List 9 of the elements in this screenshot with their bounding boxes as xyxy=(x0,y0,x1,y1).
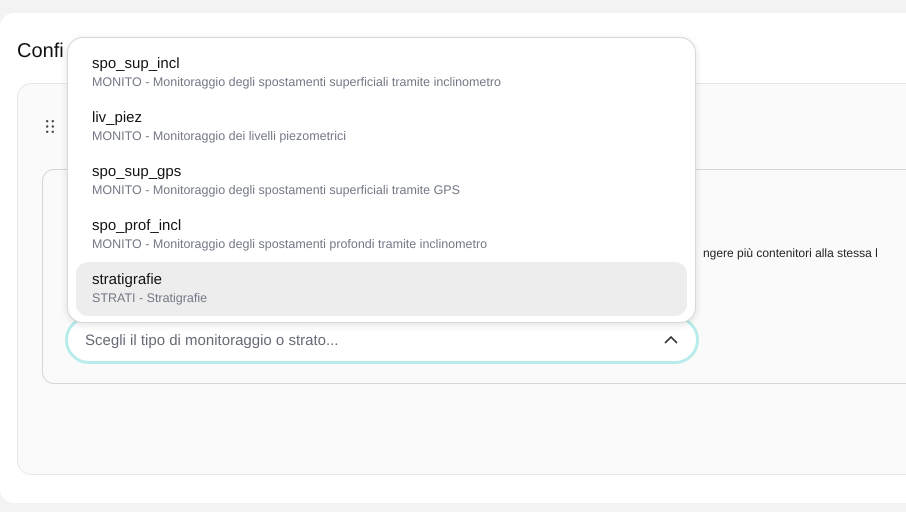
page-title: Confi xyxy=(17,39,65,63)
dropdown-option[interactable]: stratigrafie STRATI - Stratigrafie xyxy=(76,262,687,316)
dropdown-option[interactable]: spo_sup_gps MONITO - Monitoraggio degli spostamenti superficiali tramite GPS xyxy=(76,154,687,208)
chevron-icon xyxy=(664,336,678,344)
hint-text: ngere più contenitori alla stessa l xyxy=(703,245,878,261)
dropdown-option[interactable]: spo_prof_incl MONITO - Monitoraggio degli spostamenti profondi tramite inclinometro xyxy=(76,208,687,262)
dropdown-option[interactable]: liv_piez MONITO - Monitoraggio dei livelli piezometrici xyxy=(76,100,687,154)
dropdown-option[interactable]: spo_sup_incl MONITO - Monitoraggio degli spostamenti superficiali tramite inclinometro xyxy=(76,46,687,100)
drag-handle-icon[interactable] xyxy=(46,120,54,133)
